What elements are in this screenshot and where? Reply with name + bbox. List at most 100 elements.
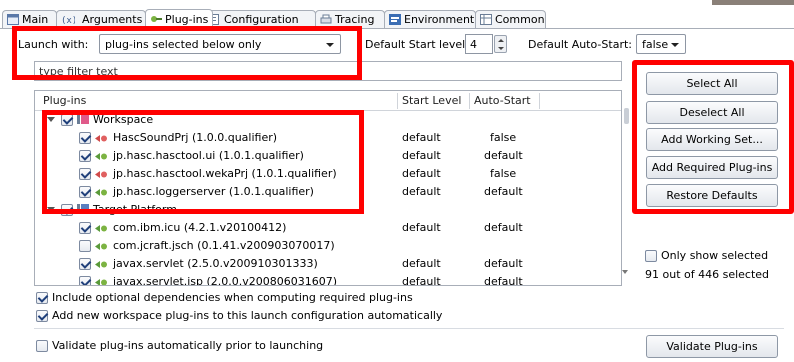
- launch-with-combo[interactable]: plug-ins selected below only: [99, 34, 341, 54]
- default-auto-start-label: Default Auto-Start:: [528, 38, 632, 51]
- row-label: com.ibm.icu (4.2.1.v20100412): [113, 221, 287, 234]
- plugin-group-icon: [77, 114, 89, 124]
- start-level-spinner[interactable]: [494, 35, 507, 53]
- default-start-level-input[interactable]: 4: [465, 34, 493, 54]
- row-auto-start[interactable]: false: [490, 131, 516, 144]
- chevron-down-icon: [671, 43, 679, 47]
- row-checkbox[interactable]: [79, 222, 91, 234]
- table-row[interactable]: javax.servlet.jsp (2.0.0.v200806031607) …: [35, 273, 621, 286]
- row-checkbox[interactable]: [79, 240, 91, 252]
- table-row[interactable]: jp.hasc.hasctool.wekaPrj (1.0.1.qualifie…: [35, 165, 621, 183]
- row-start-level[interactable]: default: [402, 257, 441, 270]
- table-row[interactable]: javax.servlet (2.5.0.v200910301333) defa…: [35, 255, 621, 273]
- add-working-set-button[interactable]: Add Working Set...: [646, 128, 778, 151]
- column-header-plugins[interactable]: Plug-ins: [43, 94, 86, 107]
- default-auto-start-combo[interactable]: false: [636, 34, 686, 54]
- table-row[interactable]: com.ibm.icu (4.2.1.v20100412) default de…: [35, 219, 621, 237]
- launch-with-value: plug-ins selected below only: [105, 37, 262, 51]
- only-show-selected-box[interactable]: [645, 249, 657, 262]
- plugin-green-icon: [95, 241, 107, 251]
- validate-auto-checkbox[interactable]: Validate plug-ins automatically prior to…: [36, 339, 323, 352]
- filter-input[interactable]: type filter text: [34, 61, 622, 81]
- row-label: jp.hasc.hasctool.ui (1.0.1.qualifier): [113, 149, 304, 162]
- scroll-down-icon[interactable]: [622, 270, 628, 274]
- filter-placeholder: type filter text: [39, 64, 118, 78]
- table-scrollbar[interactable]: [622, 90, 630, 286]
- add-new-workspace-label: Add new workspace plug-ins to this launc…: [52, 309, 443, 322]
- row-start-level[interactable]: default: [402, 275, 441, 285]
- row-checkbox[interactable]: [79, 276, 91, 285]
- row-checkbox[interactable]: [61, 114, 73, 126]
- table-row[interactable]: com.jcraft.jsch (0.1.41.v200903070017): [35, 237, 621, 255]
- add-new-workspace-checkbox[interactable]: Add new workspace plug-ins to this launc…: [36, 309, 442, 322]
- table-row[interactable]: HascSoundPrj (1.0.0.qualifier) default f…: [35, 129, 621, 147]
- arguments-tab-icon: (x)=: [61, 14, 83, 26]
- row-checkbox[interactable]: [79, 168, 91, 180]
- validate-auto-box[interactable]: [36, 339, 48, 352]
- row-auto-start[interactable]: default: [484, 221, 523, 234]
- only-show-selected-checkbox[interactable]: Only show selected: [645, 249, 768, 262]
- common-tab-icon: [480, 14, 492, 25]
- tree-expand-icon[interactable]: [47, 117, 55, 122]
- row-auto-start[interactable]: default: [484, 185, 523, 198]
- tab-common-label: Common: [495, 13, 545, 26]
- tab-plugins-label: Plug-ins: [165, 13, 209, 26]
- tab-main[interactable]: Main: [2, 10, 57, 28]
- row-label: jp.hasc.loggerserver (1.0.1.qualifier): [113, 185, 314, 198]
- tab-common[interactable]: Common: [475, 10, 546, 28]
- tab-configuration[interactable]: Configuration: [202, 10, 316, 28]
- row-checkbox[interactable]: [79, 132, 91, 144]
- default-start-level-value: 4: [470, 37, 477, 51]
- row-auto-start[interactable]: default: [484, 149, 523, 162]
- add-required-plugins-button[interactable]: Add Required Plug-ins: [646, 156, 778, 179]
- spinner-down-icon: [498, 47, 504, 50]
- row-label: javax.servlet.jsp (2.0.0.v200806031607): [113, 275, 338, 286]
- column-header-auto-start[interactable]: Auto-Start: [474, 94, 531, 107]
- row-checkbox[interactable]: [79, 258, 91, 270]
- row-checkbox[interactable]: [61, 204, 73, 216]
- scrollbar-thumb[interactable]: [624, 108, 629, 124]
- row-start-level[interactable]: default: [402, 167, 441, 180]
- table-row[interactable]: jp.hasc.loggerserver (1.0.1.qualifier) d…: [35, 183, 621, 201]
- row-auto-start[interactable]: default: [484, 275, 523, 285]
- row-checkbox[interactable]: [79, 150, 91, 162]
- tab-tracing[interactable]: Tracing: [315, 10, 385, 28]
- table-row-group[interactable]: Workspace: [35, 111, 621, 129]
- restore-defaults-button[interactable]: Restore Defaults: [646, 184, 778, 207]
- validate-plugins-button[interactable]: Validate Plug-ins: [646, 335, 778, 358]
- plugins-table: Plug-ins Start Level Auto-Start Workspac…: [34, 90, 622, 286]
- default-auto-start-value: false: [642, 37, 669, 51]
- tab-bar-underline: [0, 28, 794, 29]
- column-divider: [469, 93, 470, 109]
- row-auto-start[interactable]: default: [484, 257, 523, 270]
- tab-plugins[interactable]: Plug-ins: [145, 9, 213, 29]
- plugin-green-icon: [95, 223, 107, 233]
- tab-arguments[interactable]: (x)= Arguments: [56, 10, 146, 28]
- include-optional-checkbox[interactable]: Include optional dependencies when compu…: [36, 291, 413, 304]
- column-header-start-level[interactable]: Start Level: [402, 94, 461, 107]
- row-auto-start[interactable]: false: [490, 167, 516, 180]
- main-tab-icon: [7, 14, 19, 25]
- select-all-button[interactable]: Select All: [646, 72, 778, 95]
- plugins-tab-icon: [150, 14, 162, 25]
- include-optional-box[interactable]: [36, 291, 48, 304]
- row-start-level[interactable]: default: [402, 149, 441, 162]
- default-start-level-label: Default Start level:: [365, 38, 469, 51]
- window-corner-swatch: [712, 0, 794, 5]
- row-start-level[interactable]: default: [402, 131, 441, 144]
- deselect-all-button[interactable]: Deselect All: [646, 101, 778, 124]
- tab-arguments-label: Arguments: [82, 13, 143, 26]
- table-row[interactable]: jp.hasc.hasctool.ui (1.0.1.qualifier) de…: [35, 147, 621, 165]
- row-start-level[interactable]: default: [402, 185, 441, 198]
- column-divider: [397, 93, 398, 109]
- selection-count: 91 out of 446 selected: [645, 268, 770, 281]
- row-label: jp.hasc.hasctool.wekaPrj (1.0.1.qualifie…: [113, 167, 337, 180]
- environment-tab-icon: [389, 14, 401, 25]
- add-new-workspace-box[interactable]: [36, 309, 48, 322]
- row-checkbox[interactable]: [79, 186, 91, 198]
- row-start-level[interactable]: default: [402, 221, 441, 234]
- tree-expand-icon[interactable]: [47, 207, 55, 212]
- tab-environment[interactable]: Environment: [384, 10, 476, 28]
- launch-with-label: Launch with:: [18, 38, 89, 51]
- table-row-group[interactable]: Target Platform: [35, 201, 621, 219]
